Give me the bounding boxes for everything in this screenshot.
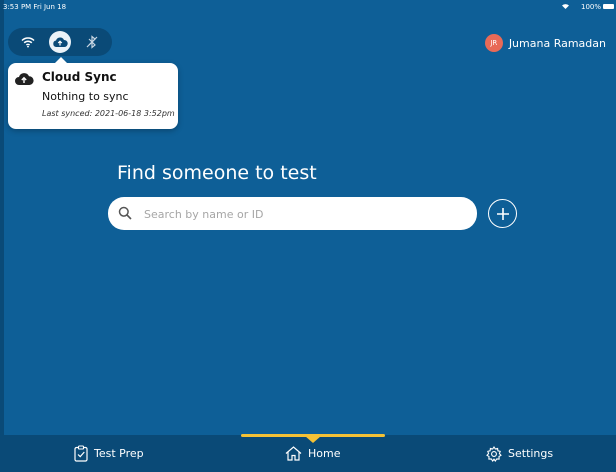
nav-settings-label: Settings xyxy=(508,447,554,460)
bluetooth-off-icon[interactable] xyxy=(78,28,106,56)
cloud-sync-icon xyxy=(49,31,71,53)
cloud-upload-icon xyxy=(14,71,34,90)
last-synced: Last synced: 2021-06-18 3:52pm xyxy=(42,109,175,118)
add-person-button[interactable] xyxy=(488,199,517,228)
status-time: 3:53 PM Fri Jun 18 xyxy=(3,3,67,11)
avatar: JR xyxy=(484,34,503,52)
active-tab-caret xyxy=(305,436,321,443)
nav-settings[interactable]: Settings xyxy=(486,435,553,472)
battery-icon xyxy=(603,4,614,9)
status-wifi-icon xyxy=(561,2,570,12)
popover-title: Cloud Sync xyxy=(42,70,117,84)
plus-icon xyxy=(496,207,509,220)
nav-test-prep-label: Test Prep xyxy=(94,447,144,460)
cloud-sync-button[interactable] xyxy=(46,28,74,56)
nav-home-label: Home xyxy=(308,447,341,460)
wifi-icon[interactable] xyxy=(14,28,42,56)
home-icon xyxy=(285,446,302,461)
gear-icon xyxy=(486,445,502,462)
user-name: Jumana Ramadan xyxy=(508,36,606,50)
clipboard-check-icon xyxy=(74,445,88,462)
sync-status: Nothing to sync xyxy=(42,90,129,103)
connection-status-pill xyxy=(8,28,112,56)
page-title: Find someone to test xyxy=(117,162,317,184)
search-input[interactable] xyxy=(142,203,466,225)
search-icon xyxy=(118,205,132,224)
cloud-sync-popover: Cloud Sync Nothing to sync Last synced: … xyxy=(8,57,178,129)
nav-test-prep[interactable]: Test Prep xyxy=(74,435,144,472)
user-profile[interactable]: JR Jumana Ramadan xyxy=(484,34,606,52)
search-bar xyxy=(108,197,477,230)
battery-percent: 100% xyxy=(580,3,601,11)
status-bar: 3:53 PM Fri Jun 18 100% xyxy=(0,0,616,14)
